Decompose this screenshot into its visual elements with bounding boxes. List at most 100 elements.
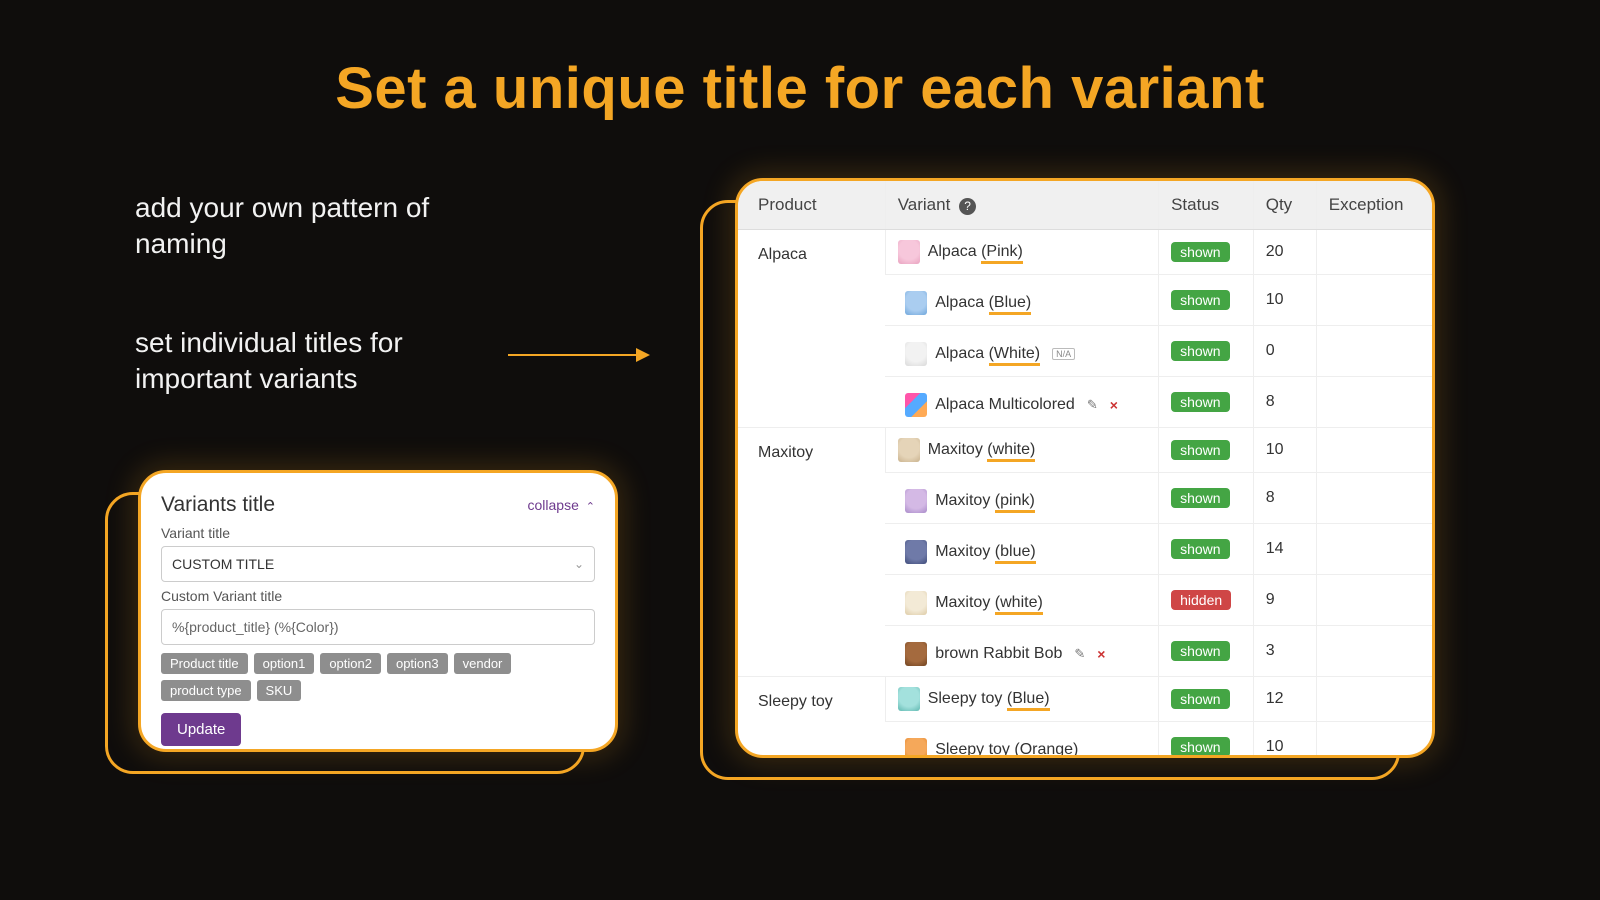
edit-icon[interactable]: ✎ <box>1074 646 1085 662</box>
cell-status: shown <box>1159 428 1254 473</box>
status-badge: shown <box>1171 242 1229 262</box>
variant-thumb <box>905 540 927 564</box>
variants-table-panel: Product Variant ? Status Qty Exception A… <box>735 178 1435 758</box>
cell-status: shown <box>1159 722 1254 759</box>
cell-exception <box>1316 275 1432 326</box>
cell-variant: Alpaca Multicolored✎× <box>885 377 1158 428</box>
update-button[interactable]: Update <box>161 713 241 746</box>
blurb-pattern: add your own pattern of naming <box>135 190 465 263</box>
status-badge: shown <box>1171 488 1229 508</box>
cell-exception <box>1316 326 1432 377</box>
th-product: Product <box>738 181 885 230</box>
collapse-toggle[interactable]: collapse ⌃ <box>528 497 595 513</box>
collapse-label: collapse <box>528 497 579 513</box>
variants-tbody: AlpacaAlpaca (Pink)shown20Alpaca (Blue)s… <box>738 230 1432 759</box>
table-row: Sleepy toySleepy toy (Blue)shown12 <box>738 677 1432 722</box>
token-chip[interactable]: vendor <box>454 653 512 674</box>
cell-qty: 8 <box>1253 377 1316 428</box>
cell-product: Sleepy toy <box>738 677 885 759</box>
cell-status: shown <box>1159 230 1254 275</box>
cell-variant: Alpaca (White) N/A <box>885 326 1158 377</box>
token-chip[interactable]: product type <box>161 680 251 701</box>
token-chip[interactable]: Product title <box>161 653 248 674</box>
variant-thumb <box>905 393 927 417</box>
variant-name: Alpaca (White) <box>935 345 1040 363</box>
status-badge: shown <box>1171 290 1229 310</box>
cell-exception <box>1316 524 1432 575</box>
token-chip[interactable]: option2 <box>320 653 381 674</box>
status-badge: shown <box>1171 641 1229 661</box>
cell-qty: 3 <box>1253 626 1316 677</box>
variant-name: Maxitoy (pink) <box>935 492 1035 510</box>
cell-status: shown <box>1159 377 1254 428</box>
variant-thumb <box>898 240 920 264</box>
blurb-individual: set individual titles for important vari… <box>135 325 455 398</box>
status-badge: shown <box>1171 689 1229 709</box>
cell-qty: 9 <box>1253 575 1316 626</box>
table-row: AlpacaAlpaca (Pink)shown20 <box>738 230 1432 275</box>
remove-icon[interactable]: × <box>1110 397 1118 413</box>
cell-qty: 10 <box>1253 275 1316 326</box>
token-chip[interactable]: option1 <box>254 653 315 674</box>
cell-variant: brown Rabbit Bob ✎ × <box>885 626 1158 677</box>
cell-qty: 12 <box>1253 677 1316 722</box>
variant-name: Alpaca (Blue) <box>935 294 1031 312</box>
token-chip[interactable]: option3 <box>387 653 448 674</box>
cell-qty: 10 <box>1253 722 1316 759</box>
cell-variant: Maxitoy (white) <box>885 428 1158 473</box>
table-row: MaxitoyMaxitoy (white)shown10 <box>738 428 1432 473</box>
cell-exception <box>1316 626 1432 677</box>
cell-status: shown <box>1159 275 1254 326</box>
custom-title-label: Custom Variant title <box>161 588 595 604</box>
help-icon[interactable]: ? <box>959 198 976 215</box>
cell-qty: 10 <box>1253 428 1316 473</box>
variant-name: Sleepy toy (Blue) <box>928 690 1050 708</box>
status-badge: shown <box>1171 392 1229 412</box>
variants-table: Product Variant ? Status Qty Exception A… <box>738 181 1432 758</box>
variant-thumb <box>905 642 927 666</box>
cell-exception <box>1316 677 1432 722</box>
cell-exception <box>1316 230 1432 275</box>
variant-name: brown Rabbit Bob <box>935 645 1062 663</box>
variant-name: Sleepy toy (Orange) <box>935 741 1078 758</box>
cell-product: Maxitoy <box>738 428 885 677</box>
custom-title-input[interactable]: %{product_title} (%{Color}) <box>161 609 595 645</box>
variant-thumb <box>905 342 927 366</box>
variant-name: Alpaca (Pink) <box>928 243 1023 261</box>
cell-qty: 0 <box>1253 326 1316 377</box>
variant-thumb <box>905 591 927 615</box>
variant-title-select[interactable]: CUSTOM TITLE ⌄ <box>161 546 595 582</box>
variant-thumb <box>898 438 920 462</box>
variant-thumb <box>898 687 920 711</box>
cell-qty: 20 <box>1253 230 1316 275</box>
variant-name: Maxitoy (blue) <box>935 543 1035 561</box>
cell-qty: 14 <box>1253 524 1316 575</box>
variants-title-panel: Variants title collapse ⌃ Variant title … <box>138 470 618 752</box>
token-chip[interactable]: SKU <box>257 680 302 701</box>
th-variant-label: Variant <box>898 195 951 214</box>
remove-icon[interactable]: × <box>1097 646 1105 662</box>
cell-exception <box>1316 377 1432 428</box>
cell-status: shown <box>1159 326 1254 377</box>
cell-variant: Maxitoy (blue) <box>885 524 1158 575</box>
page-headline: Set a unique title for each variant <box>0 55 1600 122</box>
edit-icon[interactable]: ✎ <box>1087 397 1098 413</box>
th-status: Status <box>1159 181 1254 230</box>
arrow-right-icon <box>508 354 648 356</box>
variant-thumb <box>905 489 927 513</box>
cell-status: shown <box>1159 524 1254 575</box>
cell-status: shown <box>1159 473 1254 524</box>
na-badge: N/A <box>1052 348 1075 360</box>
variant-name: Maxitoy (white) <box>928 441 1036 459</box>
cell-exception <box>1316 722 1432 759</box>
cell-exception <box>1316 575 1432 626</box>
th-exception: Exception <box>1316 181 1432 230</box>
cell-exception <box>1316 428 1432 473</box>
cell-variant: Sleepy toy (Blue) <box>885 677 1158 722</box>
chevron-down-icon: ⌄ <box>574 557 584 571</box>
cell-status: shown <box>1159 677 1254 722</box>
variant-thumb <box>905 291 927 315</box>
cell-qty: 8 <box>1253 473 1316 524</box>
cell-variant: Sleepy toy (Orange) <box>885 722 1158 759</box>
status-badge: hidden <box>1171 590 1231 610</box>
